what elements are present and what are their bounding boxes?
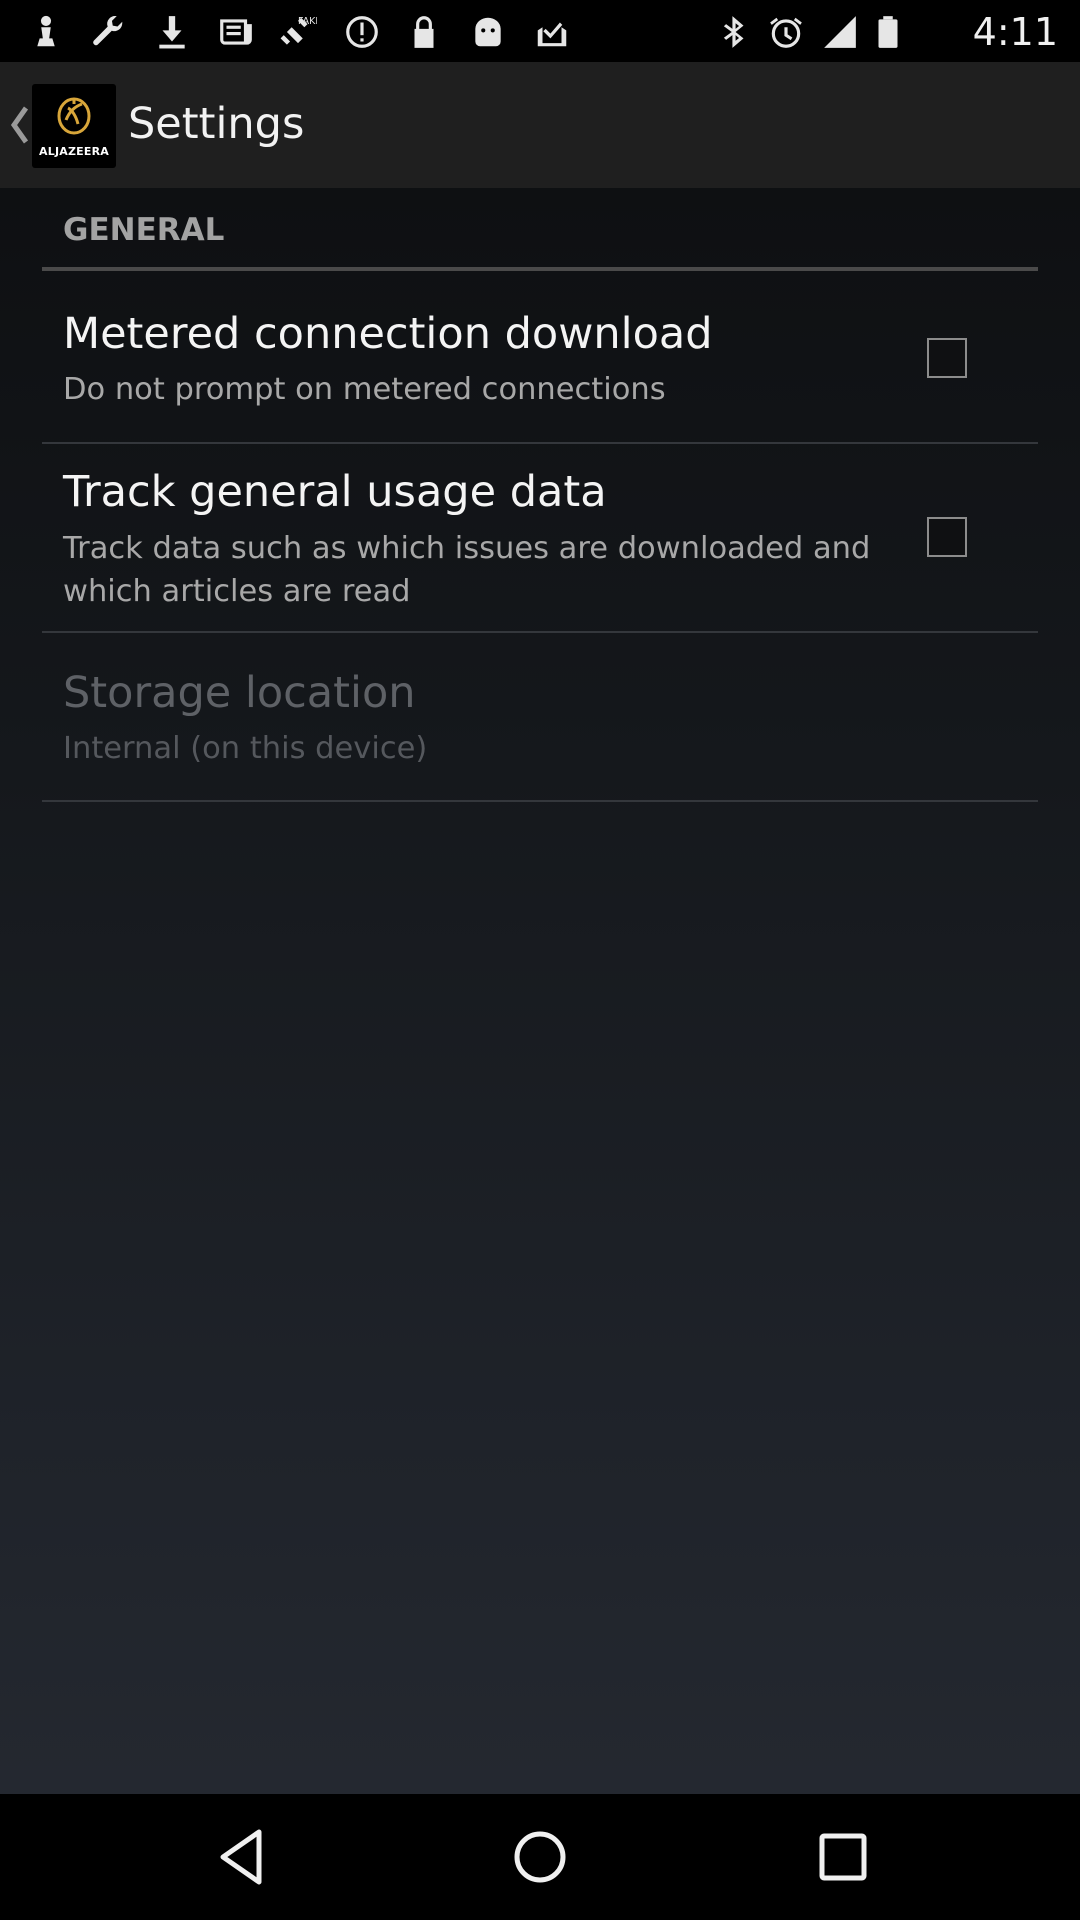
back-icon[interactable] xyxy=(209,1824,275,1890)
inbox-check-icon xyxy=(532,12,572,52)
app-logo[interactable]: ALJAZEERA xyxy=(32,84,116,168)
logo-wordmark: ALJAZEERA xyxy=(39,145,109,158)
pref-summary: Internal (on this device) xyxy=(63,731,428,766)
up-chevron-icon[interactable] xyxy=(6,102,32,148)
svg-text:FAKE: FAKE xyxy=(298,16,317,27)
section-header-general: GENERAL xyxy=(63,212,225,248)
lock-icon xyxy=(404,12,444,52)
android-icon xyxy=(468,12,508,52)
pref-title: Storage location xyxy=(63,668,416,718)
list-divider xyxy=(42,800,1038,802)
alarm-icon xyxy=(766,12,806,52)
list-divider xyxy=(42,442,1038,444)
metered-connection-checkbox[interactable] xyxy=(927,338,967,378)
home-icon[interactable] xyxy=(507,1824,573,1890)
action-bar: ALJAZEERA Settings xyxy=(0,62,1080,188)
pref-title: Metered connection download xyxy=(63,309,713,359)
alert-icon xyxy=(342,12,382,52)
news-icon xyxy=(216,12,256,52)
pref-summary: Track data such as which issues are down… xyxy=(63,531,871,609)
status-bar: FAKE 4:11 xyxy=(0,0,1080,62)
page-title: Settings xyxy=(128,99,305,149)
pref-title: Track general usage data xyxy=(63,467,607,517)
download-icon xyxy=(152,12,192,52)
section-divider xyxy=(42,267,1038,271)
aljazeera-logo-icon xyxy=(57,97,91,135)
bluetooth-icon xyxy=(714,12,754,52)
battery-icon xyxy=(868,12,908,52)
navigation-bar xyxy=(0,1794,1080,1920)
pref-summary: Do not prompt on metered connections xyxy=(63,372,666,407)
satellite-icon: FAKE xyxy=(278,12,318,52)
screen: FAKE 4:11 xyxy=(0,0,1080,1920)
track-usage-checkbox[interactable] xyxy=(927,517,967,557)
recents-icon[interactable] xyxy=(810,1824,876,1890)
list-divider xyxy=(42,631,1038,633)
status-time: 4:11 xyxy=(972,10,1058,54)
wrench-icon xyxy=(88,12,128,52)
signal-icon xyxy=(820,12,860,52)
chess-pawn-icon xyxy=(26,12,66,52)
